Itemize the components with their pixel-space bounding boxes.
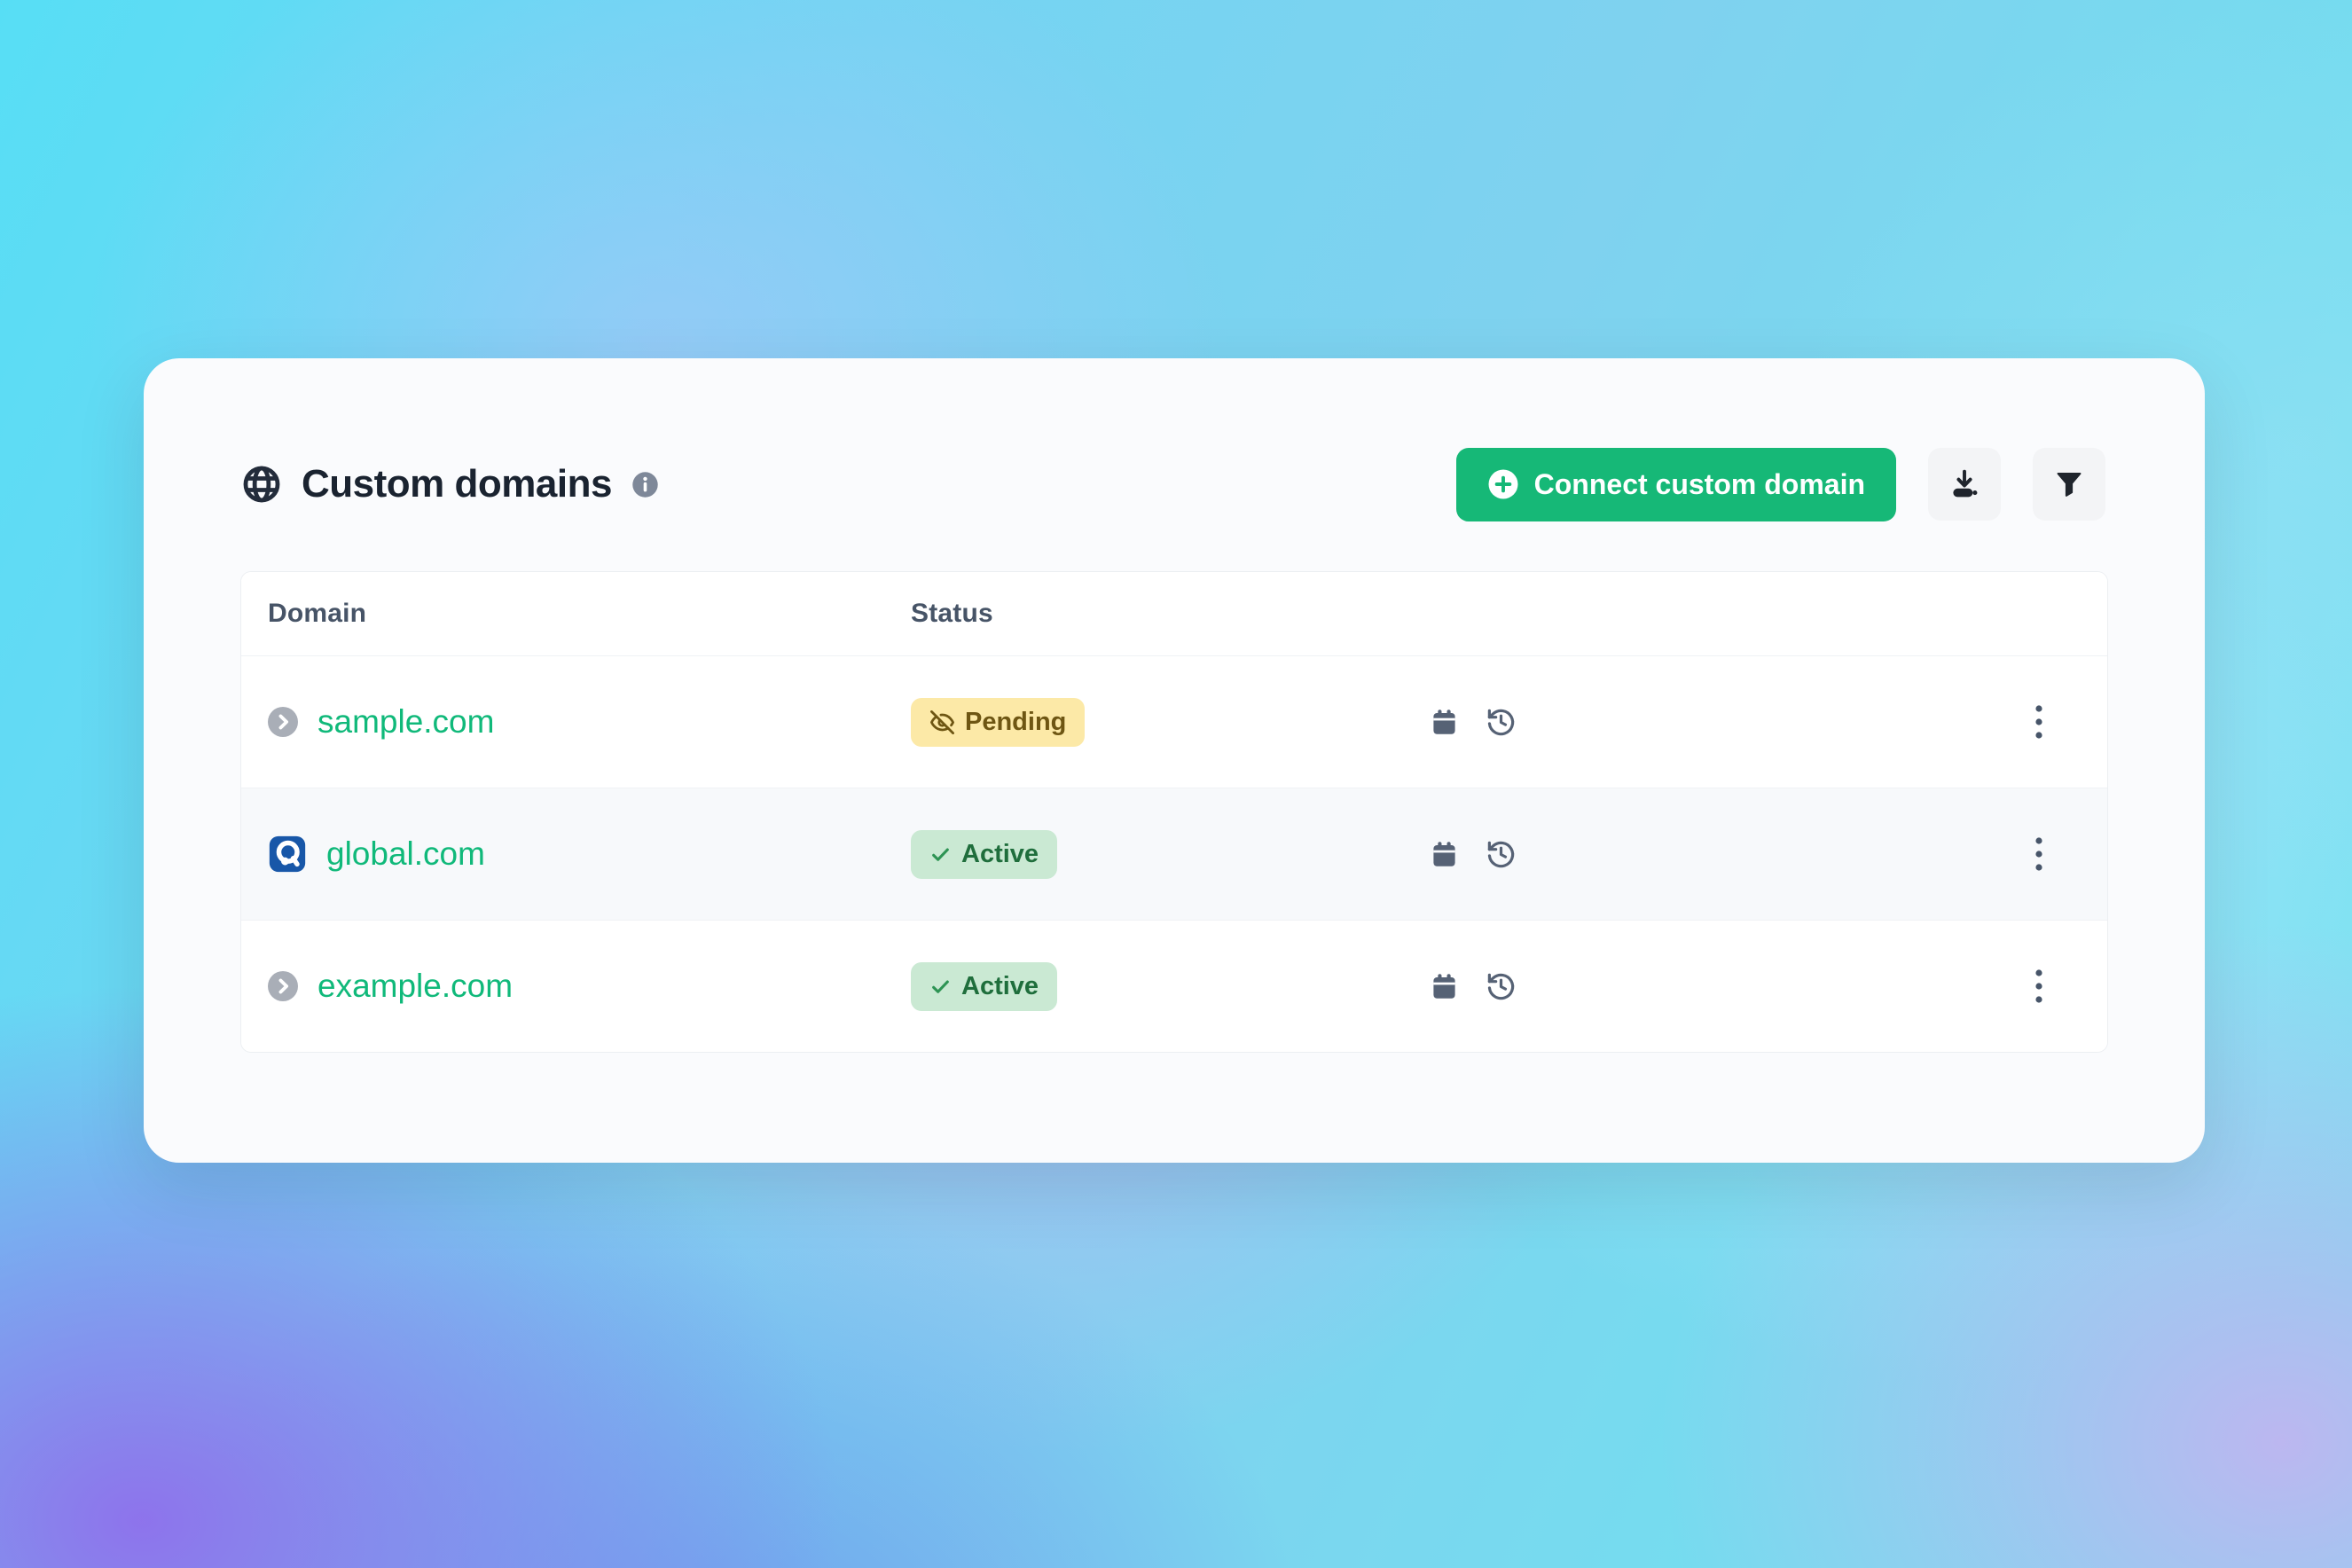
table-header-row: Domain Status — [241, 572, 2107, 655]
status-cell: Pending — [911, 698, 1423, 747]
column-header-domain: Domain — [268, 599, 911, 629]
filter-icon — [2054, 469, 2084, 499]
custom-domains-card: Custom domains Connect custom — [144, 358, 2205, 1163]
history-icon[interactable] — [1486, 707, 1517, 738]
eye-off-icon — [929, 710, 955, 735]
connect-custom-domain-button[interactable]: Connect custom domain — [1456, 448, 1896, 521]
status-cell: Active — [911, 830, 1423, 879]
download-icon — [1948, 468, 1980, 500]
menu-cell — [1971, 960, 2107, 1012]
calendar-icon[interactable] — [1430, 972, 1459, 1001]
check-icon — [929, 976, 952, 998]
row-actions — [1423, 971, 1971, 1002]
site-favicon-icon — [268, 835, 307, 874]
domains-table: Domain Status sample.com — [240, 571, 2108, 1053]
domain-cell: global.com — [268, 835, 911, 874]
connect-button-label: Connect custom domain — [1534, 468, 1865, 501]
row-actions — [1423, 707, 1971, 738]
history-icon[interactable] — [1486, 971, 1517, 1002]
kebab-menu-icon[interactable] — [2020, 960, 2058, 1012]
domain-cell: example.com — [268, 968, 911, 1005]
page-title: Custom domains — [302, 462, 612, 506]
filter-button[interactable] — [2033, 448, 2105, 521]
status-label: Pending — [965, 708, 1066, 737]
check-icon — [929, 843, 952, 866]
kebab-menu-icon[interactable] — [2020, 828, 2058, 880]
domain-link[interactable]: example.com — [318, 968, 513, 1005]
menu-cell — [1971, 696, 2107, 748]
status-badge: Active — [911, 830, 1057, 879]
info-icon[interactable] — [631, 471, 659, 498]
domain-link[interactable]: sample.com — [318, 703, 494, 741]
plus-circle-icon — [1487, 468, 1519, 500]
card-header: Custom domains Connect custom — [241, 447, 2105, 521]
globe-icon — [241, 464, 282, 505]
chevron-circle-icon — [268, 707, 298, 737]
title-wrap: Custom domains — [241, 462, 659, 506]
status-label: Active — [961, 972, 1039, 1001]
calendar-icon[interactable] — [1430, 840, 1459, 869]
status-badge: Pending — [911, 698, 1085, 747]
status-cell: Active — [911, 962, 1423, 1011]
kebab-menu-icon[interactable] — [2020, 696, 2058, 748]
row-actions — [1423, 839, 1971, 870]
domain-cell: sample.com — [268, 703, 911, 741]
domain-link[interactable]: global.com — [326, 835, 485, 873]
table-row: sample.com Pending — [241, 655, 2107, 788]
header-actions: Connect custom domain — [1456, 448, 2105, 521]
export-button[interactable] — [1928, 448, 2001, 521]
chevron-circle-icon — [268, 971, 298, 1001]
menu-cell — [1971, 828, 2107, 880]
status-label: Active — [961, 840, 1039, 869]
calendar-icon[interactable] — [1430, 708, 1459, 737]
status-badge: Active — [911, 962, 1057, 1011]
column-header-status: Status — [911, 599, 1423, 629]
table-row: global.com Active — [241, 788, 2107, 920]
table-row: example.com Active — [241, 920, 2107, 1052]
history-icon[interactable] — [1486, 839, 1517, 870]
